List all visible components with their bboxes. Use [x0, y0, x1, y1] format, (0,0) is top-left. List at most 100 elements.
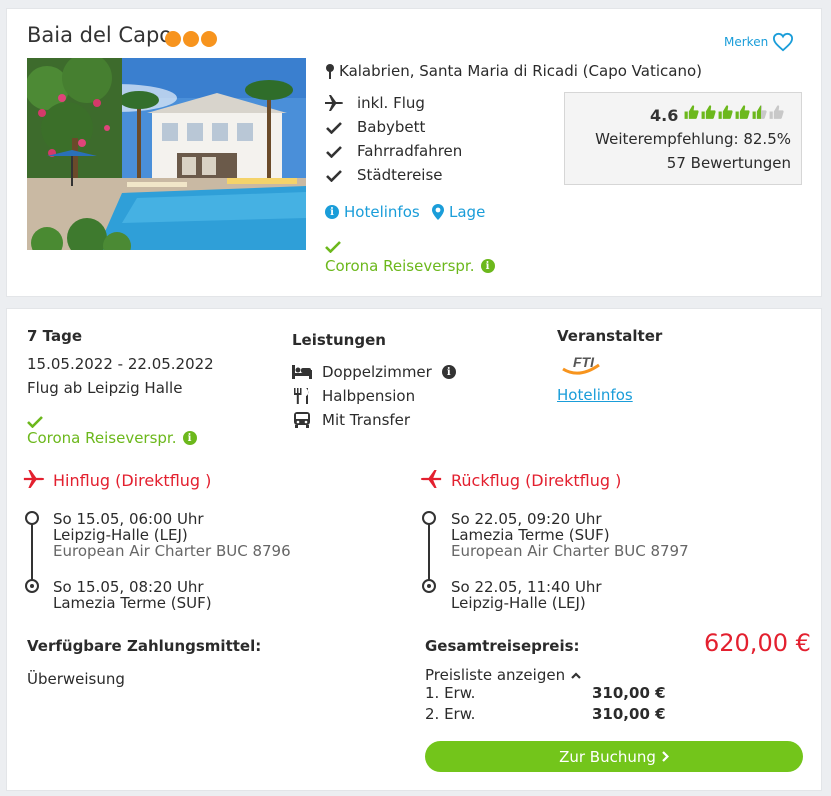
service-label: Mit Transfer — [322, 411, 411, 429]
corona-label: Corona Reiseverspr. — [325, 257, 475, 275]
hotel-name[interactable]: Baia del Capo — [27, 23, 172, 47]
thumb-up-icon — [769, 105, 784, 119]
return-title: Rückflug (Direktflug ) — [451, 471, 622, 490]
cutlery-icon — [294, 388, 309, 404]
service-item: Halbpension — [292, 387, 415, 405]
thumb-up-icon — [735, 105, 750, 119]
rating-score: 4.6 — [650, 106, 679, 125]
return-arrival-airport: Leipzig-Halle (LEJ) — [451, 594, 586, 612]
corona-check-icon — [325, 238, 341, 257]
outbound-arrival-time: So 15.05, 08:20 Uhr — [53, 578, 204, 596]
return-departure-time: So 22.05, 09:20 Uhr — [451, 510, 602, 528]
timeline-end-icon — [422, 579, 436, 593]
plane-icon — [325, 95, 343, 111]
feature-item: Fahrradfahren — [325, 142, 462, 160]
service-item: Mit Transfer — [292, 411, 410, 429]
feature-label: Fahrradfahren — [357, 142, 463, 160]
corona-promise[interactable]: Corona Reiseverspr. i — [27, 429, 197, 447]
thumb-up-icon — [752, 105, 767, 119]
plane-return-icon — [420, 470, 442, 492]
info-icon[interactable]: i — [441, 365, 456, 379]
info-icon[interactable]: i — [182, 431, 197, 445]
chevron-right-icon — [662, 751, 669, 762]
total-label: Gesamtreisepreis: — [425, 637, 580, 655]
plane-outbound-icon — [23, 470, 45, 492]
return-timeline — [428, 520, 430, 584]
thumb-up-icon — [701, 105, 716, 119]
book-label: Zur Buchung — [559, 747, 656, 766]
travel-dates: 15.05.2022 - 22.05.2022 — [27, 355, 214, 373]
payment-title: Verfügbare Zahlungsmittel: — [27, 637, 262, 655]
total-price: 620,00 € — [704, 629, 811, 657]
pricelist-toggle[interactable]: Preisliste anzeigen — [425, 666, 581, 684]
map-marker-icon — [432, 204, 444, 220]
hotel-photo[interactable] — [27, 58, 306, 250]
price-row-value: 310,00 € — [592, 705, 666, 723]
outbound-departure-time: So 15.05, 06:00 Uhr — [53, 510, 204, 528]
hotel-category — [165, 31, 217, 47]
category-dot-icon — [201, 31, 217, 47]
corona-label: Corona Reiseverspr. — [27, 429, 177, 447]
return-carrier: European Air Charter BUC 8797 — [451, 542, 689, 560]
operator-hotelinfos-link[interactable]: Hotelinfos — [557, 386, 633, 404]
merken-button[interactable]: Merken — [724, 32, 794, 52]
return-arrival-time: So 22.05, 11:40 Uhr — [451, 578, 602, 596]
outbound-carrier: European Air Charter BUC 8796 — [53, 542, 291, 560]
departure-airport: Flug ab Leipzig Halle — [27, 379, 183, 397]
map-pin-icon — [326, 64, 334, 79]
price-row-label: 1. Erw. — [425, 684, 476, 702]
feature-label: Babybett — [357, 118, 426, 136]
hotelinfos-link[interactable]: i Hotelinfos — [325, 203, 420, 221]
timeline-start-icon — [422, 511, 436, 525]
review-count: 57 Bewertungen — [666, 154, 791, 172]
outbound-departure-airport: Leipzig-Halle (LEJ) — [53, 526, 188, 544]
merken-label: Merken — [724, 35, 769, 49]
bed-icon — [292, 365, 312, 379]
price-row-value: 310,00 € — [592, 684, 666, 702]
operator-logo: FTI — [559, 353, 603, 379]
timeline-end-icon — [25, 579, 39, 593]
outbound-title: Hinflug (Direktflug ) — [53, 471, 212, 490]
feature-label: inkl. Flug — [357, 94, 425, 112]
service-item: Doppelzimmer i — [292, 363, 456, 381]
feature-item: Städtereise — [325, 166, 443, 184]
recommendation-rate: Weiterempfehlung: 82.5% — [595, 130, 791, 148]
feature-item: inkl. Flug — [325, 94, 425, 112]
check-icon — [325, 121, 343, 134]
check-icon — [325, 145, 343, 158]
chevron-up-icon — [571, 671, 581, 679]
hotel-location: Kalabrien, Santa Maria di Ricadi (Capo V… — [325, 62, 702, 80]
operator-title: Veranstalter — [557, 327, 663, 345]
hotelinfos-label: Hotelinfos — [344, 203, 420, 221]
feature-label: Städtereise — [357, 166, 443, 184]
pricelist-label: Preisliste anzeigen — [425, 666, 566, 684]
hotel-card: Baia del Capo Merken Kalabrien, Santa Ma… — [6, 8, 822, 297]
feature-item: Babybett — [325, 118, 425, 136]
category-dot-icon — [165, 31, 181, 47]
info-icon[interactable]: i — [480, 259, 495, 273]
svg-text:FTI: FTI — [573, 354, 595, 370]
outbound-timeline — [31, 520, 33, 584]
duration: 7 Tage — [27, 327, 82, 345]
location-text: Kalabrien, Santa Maria di Ricadi (Capo V… — [339, 62, 702, 80]
outbound-arrival-airport: Lamezia Terme (SUF) — [53, 594, 212, 612]
offer-card: 7 Tage 15.05.2022 - 22.05.2022 Flug ab L… — [6, 308, 822, 791]
heart-icon — [773, 32, 794, 52]
book-button[interactable]: Zur Buchung — [425, 741, 803, 772]
service-label: Doppelzimmer — [322, 363, 432, 381]
rating-thumbs — [683, 104, 785, 120]
category-dot-icon — [183, 31, 199, 47]
service-label: Halbpension — [322, 387, 416, 405]
lage-label: Lage — [449, 203, 486, 221]
services-title: Leistungen — [292, 331, 386, 349]
thumb-up-icon — [684, 105, 699, 119]
info-icon: i — [325, 205, 339, 219]
bus-icon — [294, 412, 310, 428]
thumb-up-icon — [718, 105, 733, 119]
payment-method: Überweisung — [27, 670, 125, 688]
timeline-start-icon — [25, 511, 39, 525]
lage-link[interactable]: Lage — [432, 203, 485, 221]
corona-promise[interactable]: Corona Reiseverspr. i — [325, 257, 495, 275]
return-departure-airport: Lamezia Terme (SUF) — [451, 526, 610, 544]
rating-box[interactable]: 4.6 Weiterempfehlung: 82.5% 57 Bewertung… — [564, 92, 802, 185]
